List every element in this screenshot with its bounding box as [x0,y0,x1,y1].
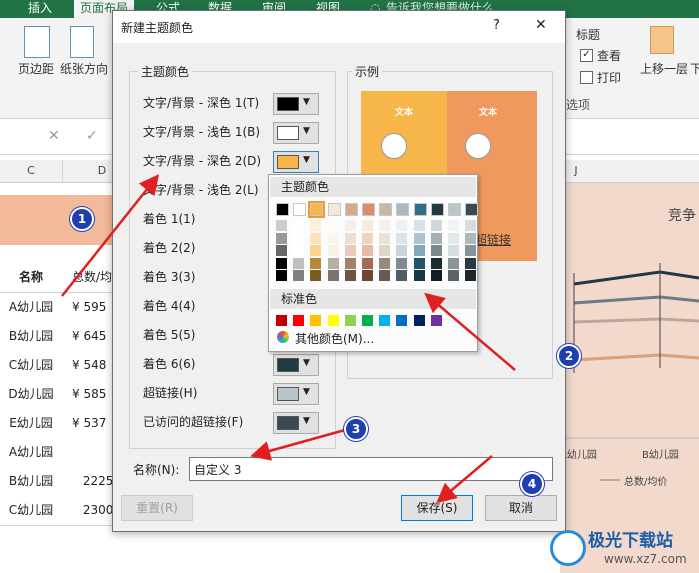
annotation-arrow-1 [61,174,160,297]
annotation-arrow-2 [424,292,516,371]
step-badge-1: 1 [70,207,94,231]
annotation-arrows [61,174,516,504]
watermark-url: www.xz7.com [604,552,687,566]
step-badge-2: 2 [557,344,581,368]
watermark-logo-icon [550,530,586,566]
annotation-arrow-4 [436,455,493,504]
site-watermark: 极光下载站 www.xz7.com [550,522,699,573]
annotation-arrow-3 [250,428,346,461]
step-badge-4: 4 [520,472,544,496]
watermark-title: 极光下载站 [588,531,673,551]
step-badge-3: 3 [344,417,368,441]
